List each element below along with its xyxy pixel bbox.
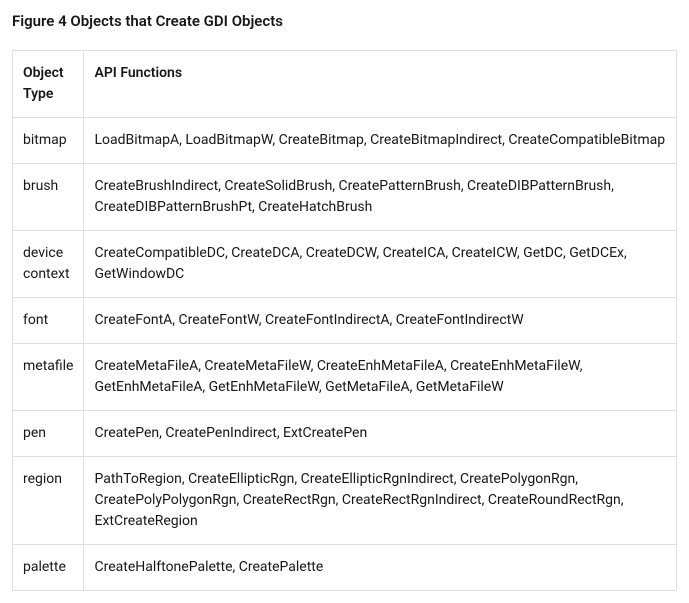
cell-api-functions: LoadBitmapA, LoadBitmapW, CreateBitmap, … [84,118,677,164]
cell-api-functions: CreateHalftonePalette, CreatePalette [84,545,677,591]
cell-api-functions: CreateFontA, CreateFontW, CreateFontIndi… [84,298,677,344]
cell-api-functions: CreateCompatibleDC, CreateDCA, CreateDCW… [84,231,677,298]
cell-api-functions: CreateBrushIndirect, CreateSolidBrush, C… [84,164,677,231]
table-row: penCreatePen, CreatePenIndirect, ExtCrea… [13,411,677,457]
table-row: bitmapLoadBitmapA, LoadBitmapW, CreateBi… [13,118,677,164]
header-object-type: Object Type [13,51,84,118]
cell-object-type: region [13,457,84,545]
table-body: bitmapLoadBitmapA, LoadBitmapW, CreateBi… [13,118,677,591]
cell-api-functions: CreatePen, CreatePenIndirect, ExtCreateP… [84,411,677,457]
table-row: brushCreateBrushIndirect, CreateSolidBru… [13,164,677,231]
cell-object-type: brush [13,164,84,231]
figure-title: Figure 4 Objects that Create GDI Objects [12,12,677,30]
cell-object-type: pen [13,411,84,457]
table-row: fontCreateFontA, CreateFontW, CreateFont… [13,298,677,344]
cell-object-type: bitmap [13,118,84,164]
table-row: paletteCreateHalftonePalette, CreatePale… [13,545,677,591]
cell-object-type: device context [13,231,84,298]
cell-object-type: metafile [13,344,84,411]
table-row: device contextCreateCompatibleDC, Create… [13,231,677,298]
cell-api-functions: CreateMetaFileA, CreateMetaFileW, Create… [84,344,677,411]
cell-object-type: palette [13,545,84,591]
cell-object-type: font [13,298,84,344]
gdi-objects-table: Object Type API Functions bitmapLoadBitm… [12,50,677,591]
table-row: metafileCreateMetaFileA, CreateMetaFileW… [13,344,677,411]
table-row: regionPathToRegion, CreateEllipticRgn, C… [13,457,677,545]
cell-api-functions: PathToRegion, CreateEllipticRgn, CreateE… [84,457,677,545]
table-header-row: Object Type API Functions [13,51,677,118]
header-api-functions: API Functions [84,51,677,118]
